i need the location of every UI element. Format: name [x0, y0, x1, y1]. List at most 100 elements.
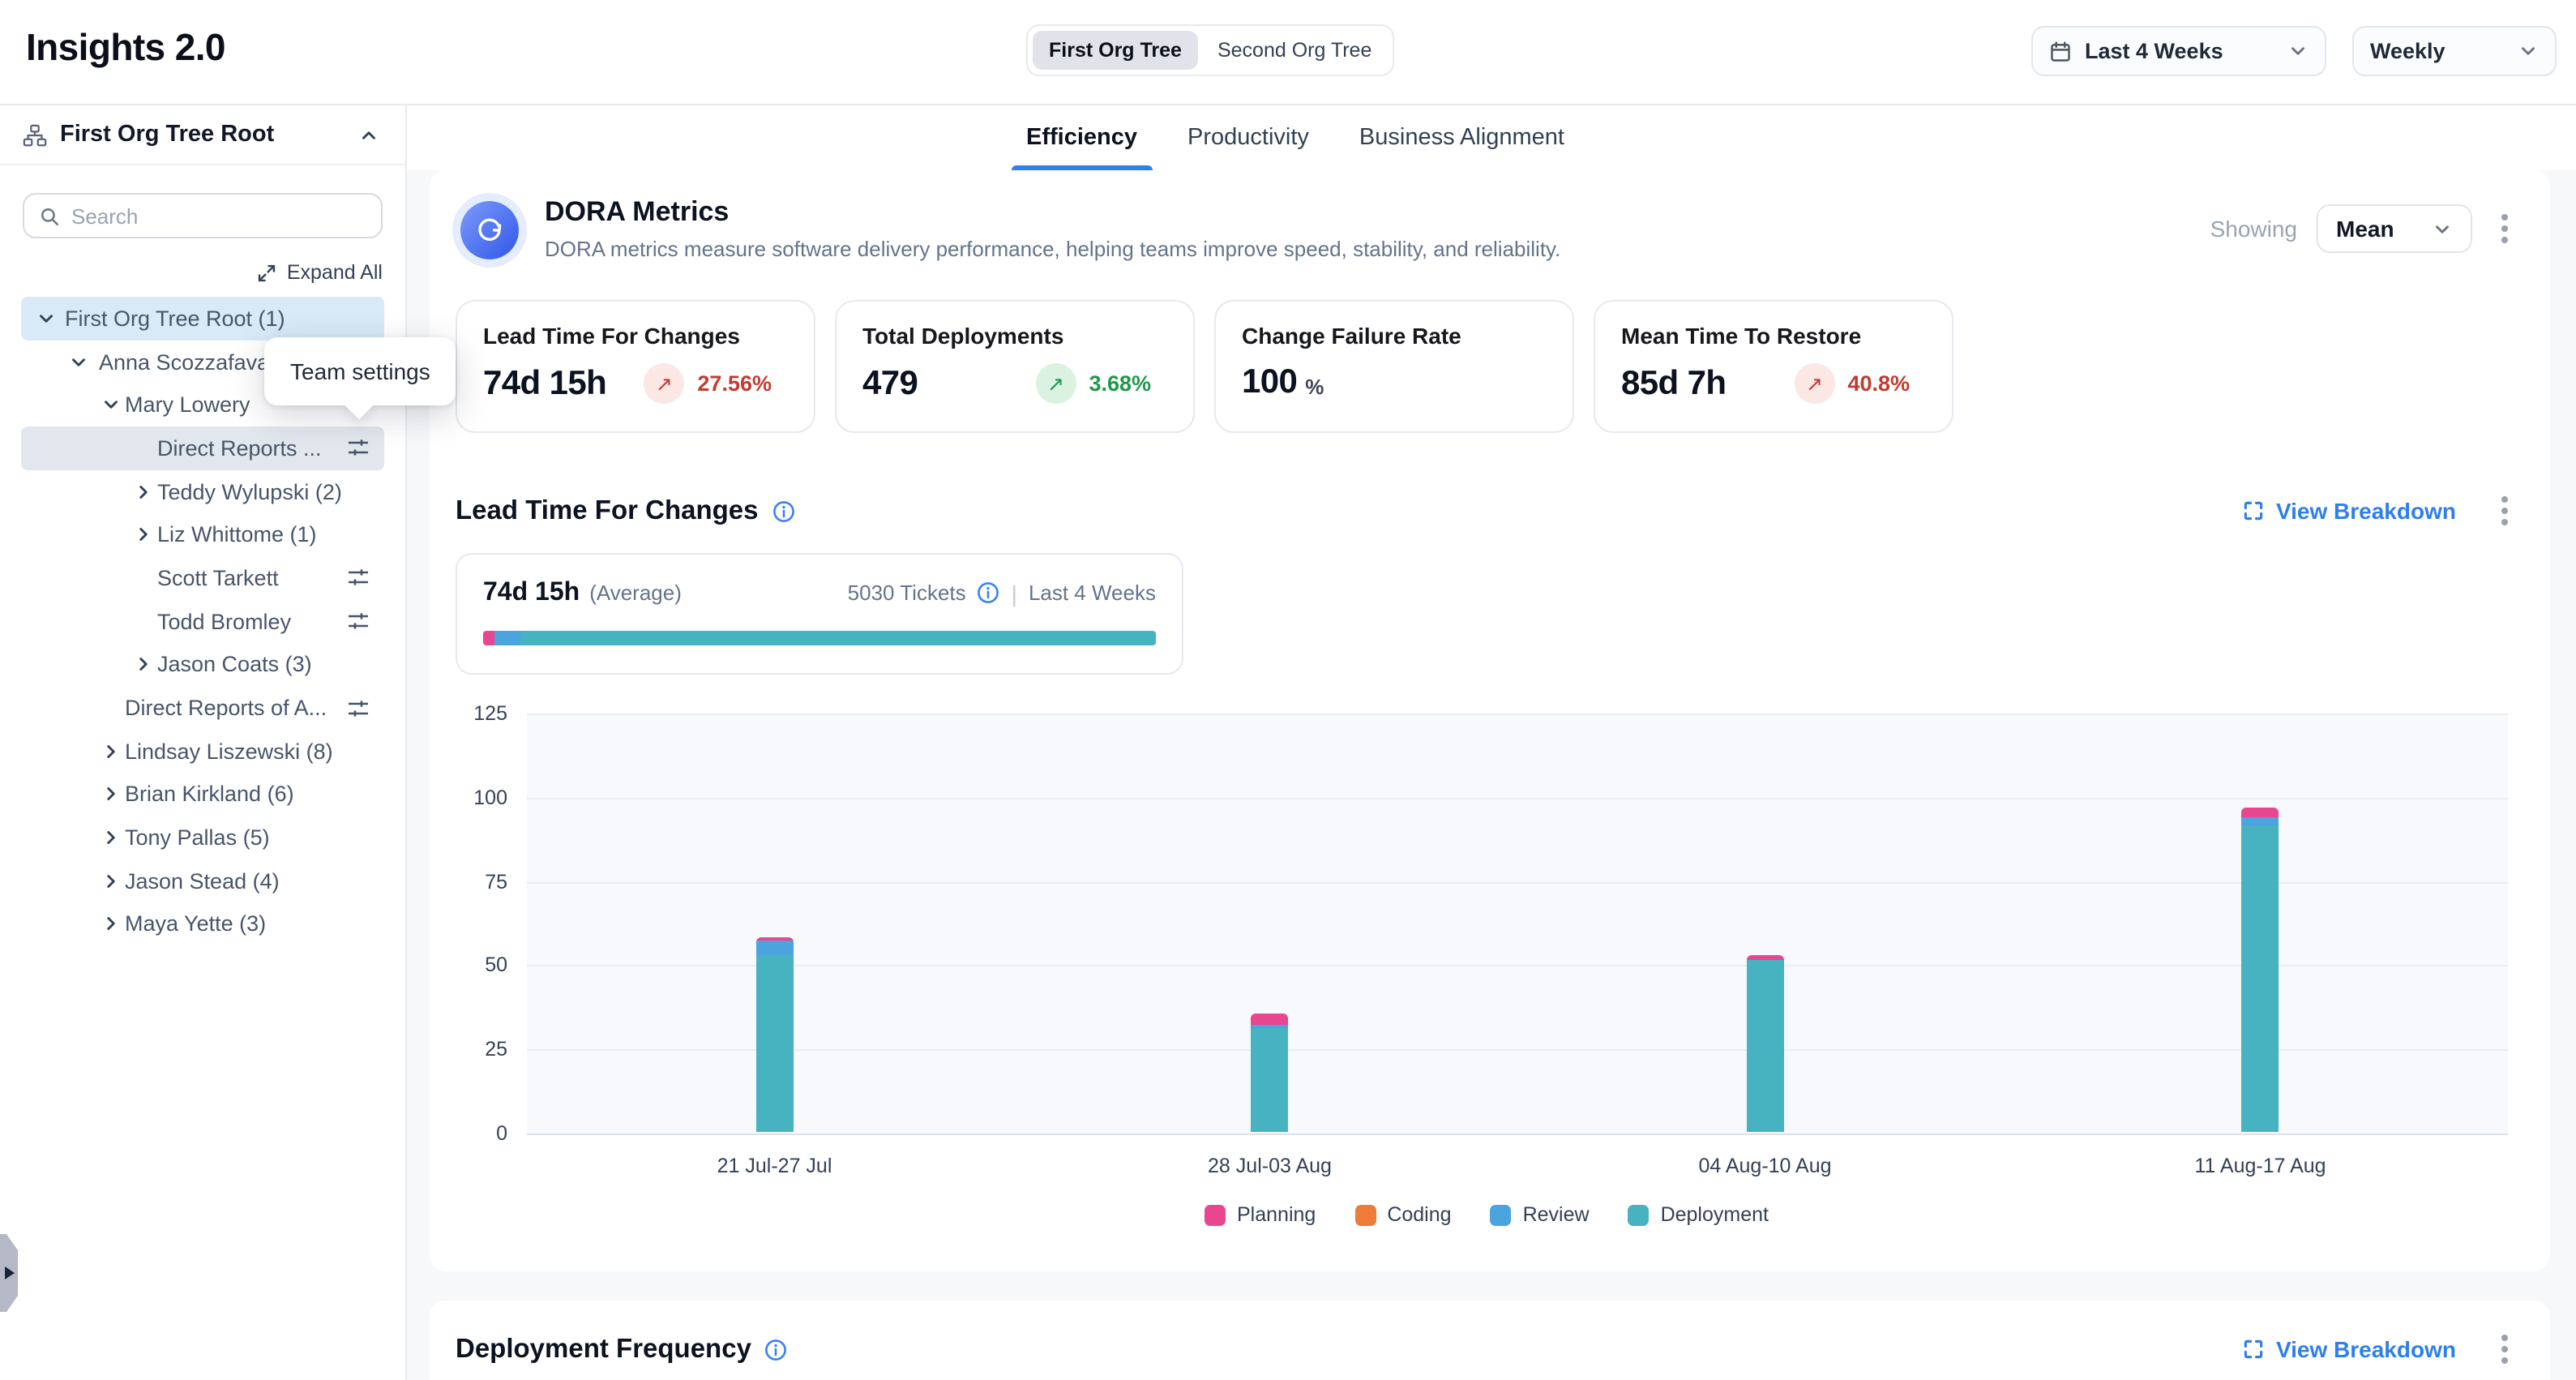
- stacked-bar-04-aug-10-aug[interactable]: [1747, 955, 1784, 1132]
- chevron-down-icon: [2432, 218, 2453, 239]
- insights-dashboard: Insights 2.0 First Org TreeSecond Org Tr…: [0, 0, 2576, 1380]
- stacked-bar-28-jul-03-aug[interactable]: [1252, 1014, 1289, 1132]
- team-settings-icon[interactable]: [345, 695, 371, 721]
- bar-slot: [1022, 714, 1517, 1134]
- bar-slot: [527, 714, 1022, 1134]
- tree-row[interactable]: Direct Reports ...: [21, 426, 384, 469]
- org-tree-switch: First Org TreeSecond Org Tree: [1026, 24, 1394, 76]
- info-icon[interactable]: [772, 499, 796, 523]
- trend-up-icon: ↗: [644, 363, 684, 404]
- y-tick-label: 25: [485, 1038, 507, 1061]
- expand-all-label: Expand All: [287, 261, 383, 284]
- tree-item-label: Todd Bromley: [21, 609, 291, 633]
- sidebar-header[interactable]: First Org Tree Root: [0, 105, 405, 165]
- tree-row[interactable]: Jason Coats (3): [21, 643, 384, 686]
- x-tick-label: 11 Aug-17 Aug: [2013, 1155, 2508, 1177]
- stat-card: Mean Time To Restore 85d 7h ↗ 40.8%: [1594, 300, 1953, 433]
- tree-row[interactable]: Jason Stead (4): [21, 859, 384, 902]
- bar-slot: [1517, 714, 2013, 1134]
- tree-row[interactable]: Todd Bromley: [21, 600, 384, 643]
- lead-time-menu-button[interactable]: [2492, 488, 2518, 534]
- tree-row[interactable]: Maya Yette (3): [21, 902, 384, 945]
- team-settings-icon[interactable]: [345, 608, 371, 634]
- legend-item-coding[interactable]: Coding: [1354, 1203, 1451, 1226]
- info-icon[interactable]: [764, 1337, 789, 1361]
- info-icon[interactable]: [976, 581, 1000, 605]
- dora-panel: DORA Metrics DORA metrics measure softwa…: [430, 170, 2550, 1271]
- chevron-right-icon[interactable]: [101, 740, 122, 761]
- showing-select[interactable]: Mean: [2317, 204, 2472, 253]
- expand-corners-icon: [2242, 1338, 2265, 1361]
- legend-item-planning[interactable]: Planning: [1205, 1203, 1316, 1226]
- tree-row[interactable]: Direct Reports of A...: [21, 686, 384, 729]
- stage-distribution-bar: [483, 631, 1156, 645]
- tab-efficiency[interactable]: Efficiency: [1023, 105, 1140, 170]
- org-tree-tab[interactable]: First Org Tree: [1033, 31, 1198, 70]
- tree-item-label: Liz Whittome (1): [21, 523, 317, 547]
- tree-row[interactable]: Liz Whittome (1): [21, 513, 384, 556]
- org-tree-icon: [23, 122, 47, 147]
- stat-card-value: 479: [862, 364, 918, 403]
- tree-row[interactable]: Brian Kirkland (6): [21, 773, 384, 816]
- stat-card-unit: %: [1305, 374, 1324, 398]
- chevron-down-icon[interactable]: [36, 308, 57, 329]
- chevron-down-icon: [2287, 41, 2309, 62]
- team-settings-icon[interactable]: [345, 435, 371, 461]
- tree-row[interactable]: Tony Pallas (5): [21, 816, 384, 859]
- tab-productivity[interactable]: Productivity: [1184, 105, 1312, 170]
- average-note: (Average): [589, 581, 682, 605]
- search-input[interactable]: [71, 204, 366, 228]
- y-tick-label: 75: [485, 870, 507, 893]
- tab-business-alignment[interactable]: Business Alignment: [1356, 105, 1568, 170]
- chevron-right-icon[interactable]: [133, 654, 154, 675]
- bar-segment-review: [756, 940, 794, 955]
- chevron-right-icon[interactable]: [133, 525, 154, 546]
- view-breakdown-link[interactable]: View Breakdown: [2242, 1336, 2456, 1362]
- stat-card-value: 100: [1242, 363, 1297, 402]
- stat-card: Change Failure Rate 100%: [1214, 300, 1574, 433]
- chevron-down-icon[interactable]: [68, 351, 89, 372]
- tree-item-label: Maya Yette (3): [21, 912, 266, 936]
- chevron-right-icon[interactable]: [101, 827, 122, 848]
- y-tick-label: 50: [485, 954, 507, 977]
- tree-row[interactable]: Scott Tarkett: [21, 556, 384, 599]
- bar-segment-deployment: [2242, 826, 2279, 1133]
- chevron-right-icon[interactable]: [101, 871, 122, 892]
- stat-card-title: Lead Time For Changes: [483, 323, 788, 349]
- legend-label: Review: [1523, 1203, 1590, 1226]
- chevron-down-icon[interactable]: [101, 394, 122, 415]
- deployment-frequency-menu-button[interactable]: [2492, 1326, 2518, 1372]
- tree-row[interactable]: Teddy Wylupski (2): [21, 470, 384, 513]
- chevron-right-icon[interactable]: [101, 784, 122, 805]
- legend-item-deployment[interactable]: Deployment: [1628, 1203, 1769, 1226]
- bar-segment-deployment: [756, 955, 794, 1132]
- bar-segment-planning: [2242, 807, 2279, 816]
- granularity-select[interactable]: Weekly: [2352, 26, 2557, 76]
- legend-item-review[interactable]: Review: [1491, 1203, 1590, 1226]
- tree-row[interactable]: Lindsay Liszewski (8): [21, 730, 384, 773]
- search-box[interactable]: [23, 193, 383, 238]
- stat-card: Lead Time For Changes 74d 15h ↗ 27.56%: [456, 300, 815, 433]
- bar-segment-deployment: [1252, 1028, 1289, 1132]
- x-tick-label: 21 Jul-27 Jul: [527, 1155, 1022, 1177]
- stacked-bar-21-jul-27-jul[interactable]: [756, 936, 794, 1132]
- tree-item-label: Direct Reports of A...: [21, 696, 327, 720]
- distribution-segment-review: [494, 631, 520, 645]
- chevron-right-icon[interactable]: [101, 914, 122, 935]
- collapse-sidebar-button[interactable]: [355, 121, 383, 148]
- view-breakdown-link[interactable]: View Breakdown: [2242, 498, 2456, 524]
- chevron-right-icon[interactable]: [133, 481, 154, 502]
- dora-menu-button[interactable]: [2492, 206, 2518, 251]
- tickets-count: 5030 Tickets: [848, 581, 966, 605]
- team-settings-icon[interactable]: [345, 565, 371, 591]
- tree-row[interactable]: First Org Tree Root (1): [21, 297, 384, 340]
- bar-segment-deployment: [1747, 961, 1784, 1132]
- expand-all-button[interactable]: Expand All: [23, 261, 383, 284]
- dora-stat-cards: Lead Time For Changes 74d 15h ↗ 27.56%To…: [456, 300, 2518, 433]
- org-tree-tab[interactable]: Second Org Tree: [1201, 31, 1388, 70]
- bar-slot: [2013, 714, 2508, 1134]
- stacked-bar-11-aug-17-aug[interactable]: [2242, 807, 2279, 1132]
- tree-item-label: Direct Reports ...: [21, 436, 322, 461]
- date-range-select[interactable]: Last 4 Weeks: [2031, 26, 2326, 76]
- chevron-down-icon: [2518, 41, 2539, 62]
